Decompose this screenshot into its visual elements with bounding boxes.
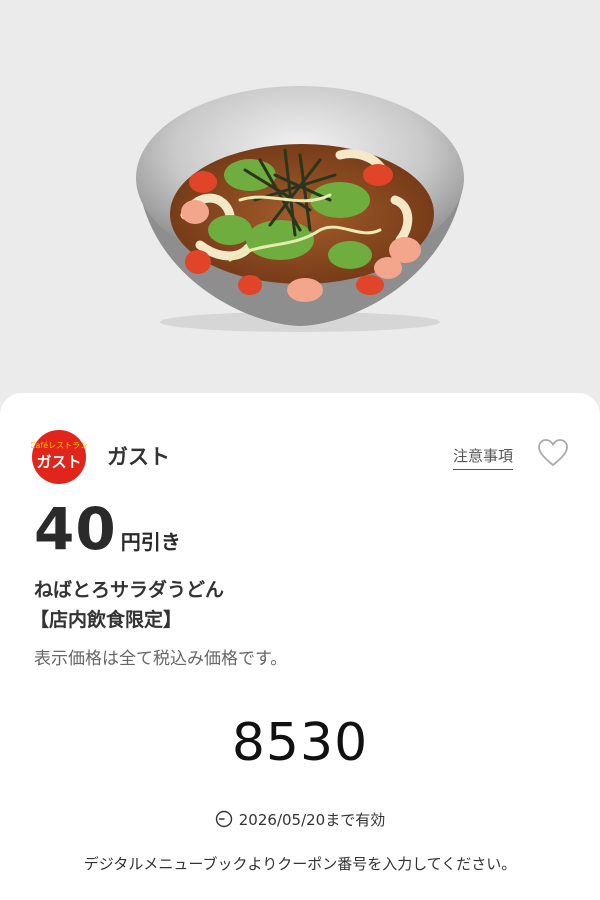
clock-icon (215, 810, 232, 828)
discount: 40 円引き (34, 495, 181, 565)
heart-outline-icon (538, 439, 568, 467)
validity-text: 2026/05/20まで有効 (238, 811, 386, 829)
validity: 2026/05/20まで有効 (0, 809, 600, 830)
discount-unit: 円引き (120, 530, 181, 554)
item-note: 【店内飲食限定】 (30, 609, 183, 631)
tax-note: 表示価格は全て税込み価格です。 (34, 649, 288, 669)
coupon-card: Caféレストラン ガスト ガスト 注意事項 40 円引き ねばとろサラダうどん … (0, 393, 600, 900)
brand-name: ガスト (107, 445, 170, 469)
product-photo (0, 0, 600, 410)
favorite-button[interactable] (537, 438, 569, 468)
brand-logo: Caféレストラン ガスト (30, 429, 88, 485)
discount-amount: 40 (34, 495, 117, 563)
item-name: ねばとろサラダうどん (34, 579, 225, 601)
notes-link[interactable]: 注意事項 (453, 445, 514, 470)
coupon-code: 8530 (231, 713, 369, 773)
logo-text-main: ガスト (36, 453, 81, 471)
instruction-text: デジタルメニューブックよりクーポン番号を入力してください。 (83, 855, 517, 873)
logo-text-top: Caféレストラン (31, 440, 87, 450)
